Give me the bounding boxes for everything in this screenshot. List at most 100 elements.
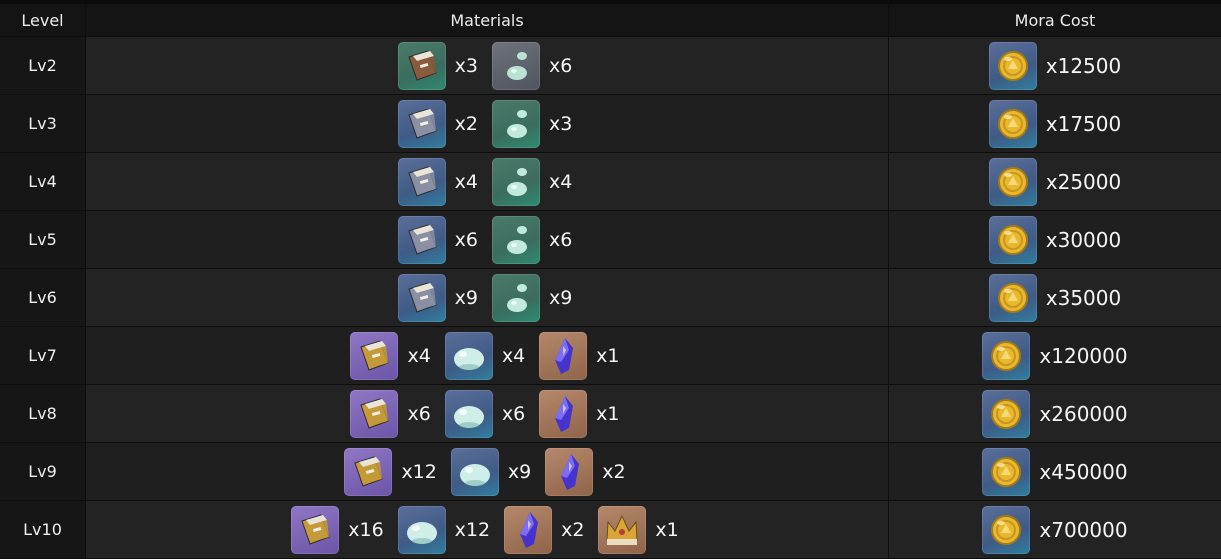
mora-amount: x25000	[1045, 169, 1122, 194]
material-quantity: x9	[549, 286, 573, 309]
mora-cost-cell: x12500	[889, 37, 1221, 94]
material-item: x6	[350, 389, 434, 438]
material-item: x6	[492, 41, 576, 90]
mora-icon	[988, 41, 1037, 90]
material-quantity: x4	[549, 170, 573, 193]
mora-cost-cell: x35000	[889, 269, 1221, 326]
mora-amount: x30000	[1045, 227, 1122, 252]
material-quantity: x12	[454, 518, 491, 541]
material-quantity: x2	[454, 112, 478, 135]
slime-green-icon	[492, 157, 540, 206]
materials-cell: x6 x6 x1	[86, 385, 889, 442]
mora-amount: x17500	[1045, 111, 1122, 136]
material-item: x1	[539, 389, 623, 438]
mora-icon	[988, 215, 1037, 264]
mora-cost-cell: x450000	[889, 443, 1221, 500]
book-blue-icon	[397, 273, 446, 322]
material-item: x2	[504, 505, 588, 554]
slime-blue-icon	[444, 331, 493, 380]
material-item: x6	[397, 215, 482, 264]
table-row: Lv2 x3 x6 x12500	[0, 37, 1221, 95]
mora-icon	[988, 157, 1037, 206]
book-blue-icon	[397, 157, 446, 206]
table-row: Lv10 x16 x12 x2 x1 x700000	[0, 501, 1221, 559]
table-row: Lv9 x12 x9 x2 x450000	[0, 443, 1221, 501]
level-cell: Lv6	[0, 269, 86, 326]
level-cell: Lv9	[0, 443, 86, 500]
level-cell: Lv3	[0, 95, 86, 152]
material-quantity: x6	[454, 228, 478, 251]
materials-cell: x9 x9	[86, 269, 889, 326]
table-row: Lv8 x6 x6 x1 x260000	[0, 385, 1221, 443]
material-quantity: x12	[401, 460, 437, 483]
material-item: x4	[350, 331, 434, 380]
materials-cell: x3 x6	[86, 37, 889, 94]
book-purple-icon	[350, 389, 399, 438]
material-quantity: x16	[348, 518, 384, 541]
mora-cost-cell: x17500	[889, 95, 1221, 152]
material-quantity: x9	[454, 286, 478, 309]
material-quantity: x6	[549, 228, 573, 251]
level-cell: Lv8	[0, 385, 86, 442]
material-quantity: x6	[501, 402, 526, 425]
header-materials: Materials	[86, 4, 889, 36]
crystal-icon	[504, 505, 553, 554]
mora-amount: x12500	[1045, 53, 1122, 78]
materials-cell: x2 x3	[86, 95, 889, 152]
mora-cost-cell: x120000	[889, 327, 1221, 384]
crystal-icon	[539, 389, 588, 438]
slime-blue-icon	[444, 389, 493, 438]
materials-cell: x4 x4	[86, 153, 889, 210]
material-item: x6	[444, 389, 529, 438]
materials-cell: x16 x12 x2 x1	[86, 501, 889, 558]
material-item: x9	[397, 273, 482, 322]
table-row: Lv4 x4 x4 x25000	[0, 153, 1221, 211]
mora-icon	[988, 99, 1037, 148]
material-quantity: x1	[596, 344, 620, 367]
mora-amount: x35000	[1045, 285, 1122, 310]
material-item: x9	[492, 273, 576, 322]
level-cell: Lv10	[0, 501, 86, 558]
slime-blue-icon	[397, 505, 446, 554]
book-purple-icon	[350, 331, 399, 380]
book-green-icon	[397, 41, 446, 90]
materials-cell: x4 x4 x1	[86, 327, 889, 384]
table-row: Lv5 x6 x6 x30000	[0, 211, 1221, 269]
material-quantity: x1	[596, 402, 620, 425]
book-purple-icon	[291, 505, 340, 554]
slime-gray-icon	[492, 41, 540, 90]
material-quantity: x6	[549, 54, 573, 77]
level-cell: Lv7	[0, 327, 86, 384]
mora-amount: x450000	[1039, 459, 1128, 484]
material-quantity: x9	[507, 460, 532, 483]
material-quantity: x2	[602, 460, 626, 483]
material-quantity: x4	[454, 170, 478, 193]
header-mora-cost: Mora Cost	[1014, 10, 1096, 30]
level-cell: Lv5	[0, 211, 86, 268]
header-level: Level	[0, 4, 86, 36]
material-quantity: x1	[655, 518, 679, 541]
materials-cell: x12 x9 x2	[86, 443, 889, 500]
slime-green-icon	[492, 215, 540, 264]
mora-cost-cell: x260000	[889, 385, 1221, 442]
book-blue-icon	[397, 99, 446, 148]
material-quantity: x3	[454, 54, 478, 77]
mora-cost-cell: x30000	[889, 211, 1221, 268]
material-item: x4	[492, 157, 576, 206]
table-row: Lv3 x2 x3 x17500	[0, 95, 1221, 153]
material-item: x1	[539, 331, 623, 380]
material-item: x2	[397, 99, 482, 148]
material-item: x4	[444, 331, 529, 380]
mora-cost-cell: x25000	[889, 153, 1221, 210]
mora-icon	[982, 331, 1031, 380]
material-item: x2	[545, 447, 629, 496]
table-row: Lv7 x4 x4 x1 x120000	[0, 327, 1221, 385]
materials-cell: x6 x6	[86, 211, 889, 268]
mora-icon	[982, 447, 1031, 496]
material-item: x4	[397, 157, 482, 206]
mora-amount: x260000	[1039, 401, 1128, 426]
slime-blue-icon	[450, 447, 499, 496]
material-quantity: x4	[407, 344, 431, 367]
level-cell: Lv4	[0, 153, 86, 210]
material-quantity: x6	[407, 402, 431, 425]
